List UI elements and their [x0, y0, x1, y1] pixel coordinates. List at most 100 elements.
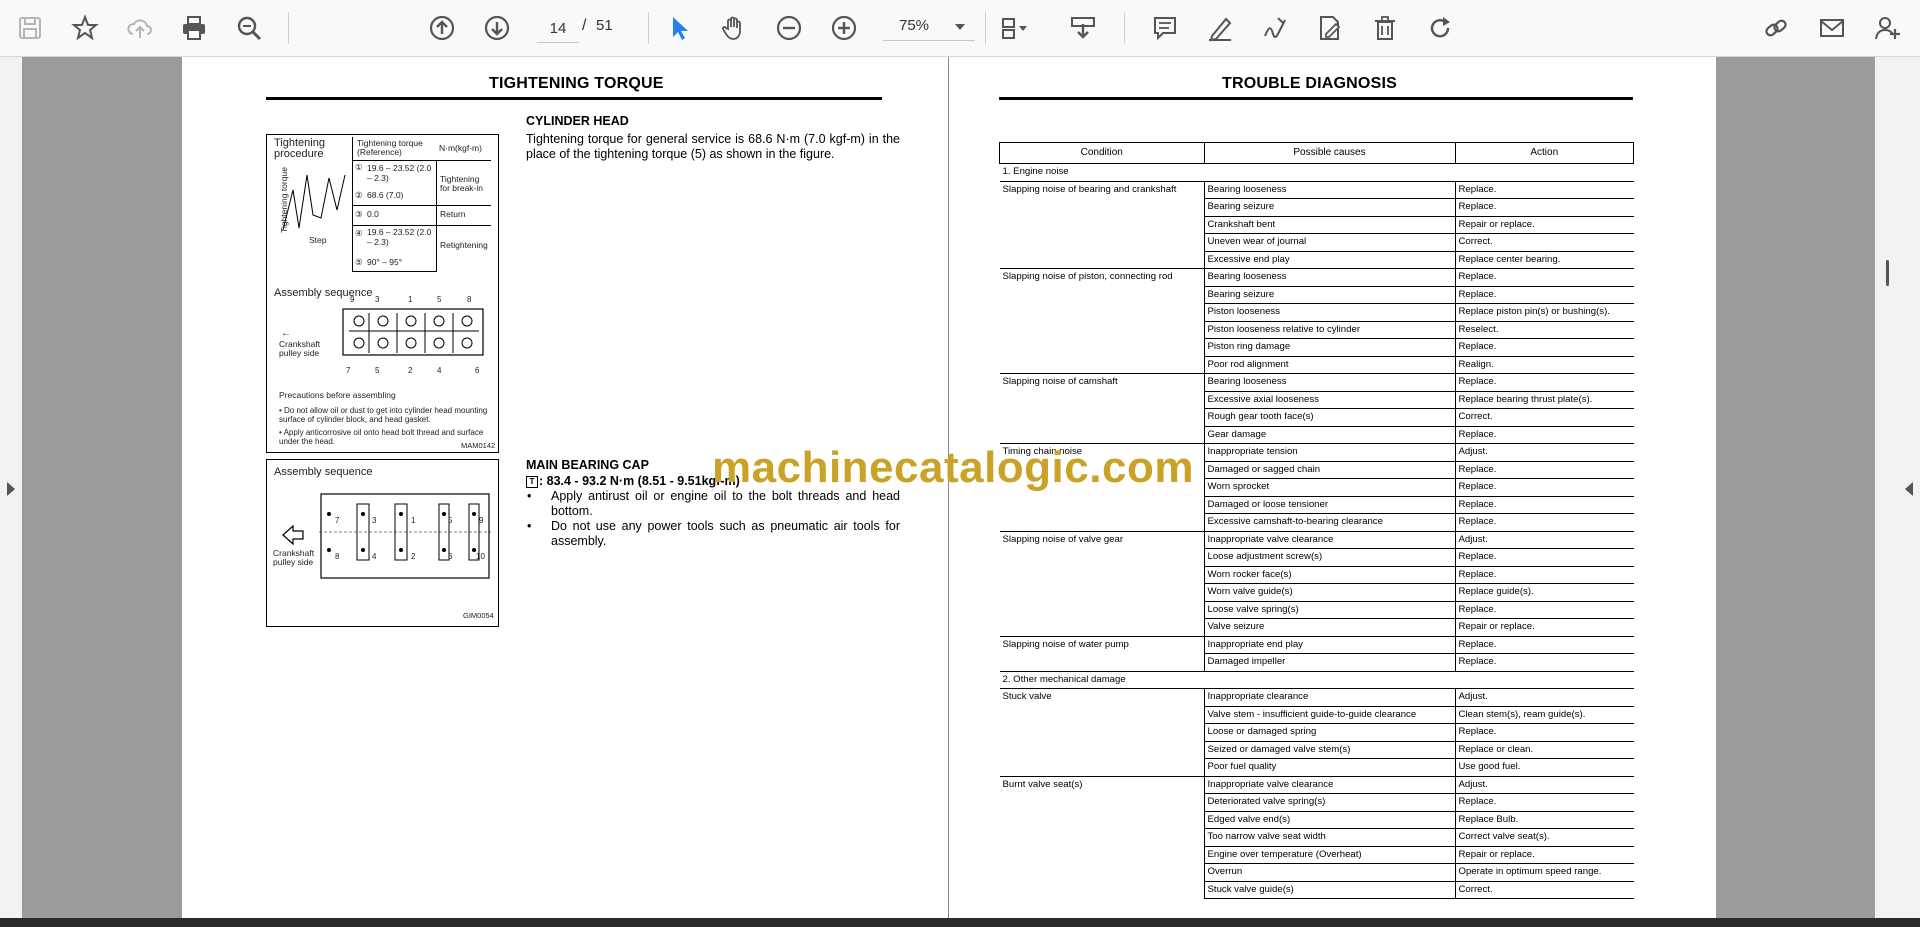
print-icon[interactable] [178, 12, 210, 44]
cause-cell: Inappropriate valve clearance [1204, 775, 1456, 794]
cylinder-head-figure: Tightening procedure Tightening torque (… [266, 134, 499, 453]
cause-cell: Worn rocker face(s) [1204, 566, 1456, 584]
sign-icon[interactable] [1259, 12, 1291, 44]
cause-cell: Damaged or loose tensioner [1204, 496, 1456, 514]
condition-cell [999, 618, 1205, 636]
cause-cell: Poor fuel quality [1204, 758, 1456, 777]
table-row: Slapping noise of water pump Inappropriat… [999, 635, 1634, 654]
expand-right-panel-icon[interactable] [1905, 482, 1913, 496]
action-cell: Replace Bulb. [1455, 811, 1634, 829]
row5-no: ⑤ [355, 257, 363, 267]
table-section-row: 1. Engine noise [999, 163, 1634, 182]
table-row: Valve stem - insufficient guide-to-guide… [999, 706, 1634, 724]
save-icon[interactable] [14, 12, 46, 44]
comment-icon[interactable] [1149, 12, 1181, 44]
condition-cell [999, 496, 1205, 514]
select-pointer-icon[interactable] [663, 12, 695, 44]
action-cell: Replace bearing thrust plate(s). [1455, 391, 1634, 409]
bottom-bar [0, 918, 1920, 927]
zoom-search-icon[interactable] [233, 12, 265, 44]
expand-left-panel-icon[interactable] [7, 482, 15, 496]
pulley-side-label: Crankshaft pulley side [279, 339, 321, 358]
page-down-icon[interactable] [481, 12, 513, 44]
table-row: Piston ring damage Replace. [999, 338, 1634, 357]
seq-bottom-3: 2 [408, 366, 413, 375]
action-cell: Replace. [1455, 338, 1634, 357]
action-cell: Replace. [1455, 635, 1634, 654]
seq-top-3: 1 [408, 295, 413, 304]
cause-cell: Piston ring damage [1204, 338, 1456, 357]
cause-cell: Loose adjustment screw(s) [1204, 548, 1456, 567]
scrollbar-thumb[interactable] [1886, 260, 1889, 286]
add-user-icon[interactable] [1872, 12, 1904, 44]
row2-no: ② [355, 190, 363, 200]
page-number-input[interactable] [537, 14, 579, 43]
cause-cell: Inappropriate tension [1204, 443, 1456, 462]
hand-tool-icon[interactable] [718, 12, 750, 44]
torque-graph [282, 174, 346, 231]
section-label: 1. Engine noise [999, 163, 1634, 182]
table-section-row: 2. Other mechanical damage [999, 670, 1634, 689]
table-header: Action [1454, 142, 1634, 164]
highlight-pen-icon[interactable] [1204, 12, 1236, 44]
title-rule [266, 97, 882, 100]
condition-cell [999, 233, 1205, 251]
bookmark-star-icon[interactable] [69, 12, 101, 44]
edit-fill-icon[interactable] [1314, 12, 1346, 44]
cause-cell: Loose or damaged spring [1204, 723, 1456, 742]
condition-cell: Slapping noise of water pump [999, 635, 1205, 654]
condition-cell [999, 408, 1205, 426]
cloud-upload-icon[interactable] [124, 12, 156, 44]
action-cell: Replace. [1455, 198, 1634, 217]
condition-cell [999, 758, 1205, 776]
action-cell: Replace piston pin(s) or bushing(s). [1455, 303, 1634, 322]
table-row: Loose or damaged spring Replace. [999, 723, 1634, 742]
delete-icon[interactable] [1369, 12, 1401, 44]
zoom-out-icon[interactable] [773, 12, 805, 44]
condition-cell: Stuck valve [999, 688, 1205, 706]
title-rule [999, 97, 1633, 100]
condition-cell [999, 251, 1205, 269]
page-up-icon[interactable] [426, 12, 458, 44]
bolt-number: 1 [411, 516, 416, 525]
action-cell: Correct. [1455, 881, 1634, 899]
bullet-dot: • [527, 489, 532, 503]
table-row: Worn valve guide(s) Replace guide(s). [999, 583, 1634, 602]
rotate-icon[interactable] [1424, 12, 1456, 44]
page-layout-icon[interactable] [998, 12, 1030, 44]
cylinder-head-drawing [342, 308, 484, 356]
section-text: Tightening torque for general service is… [526, 132, 900, 161]
table-row: Slapping noise of bearing and crankshaft… [999, 180, 1634, 199]
zoom-in-icon[interactable] [828, 12, 860, 44]
table-row: Excessive axial looseness Replace bearing… [999, 391, 1634, 409]
table-row: Deteriorated valve spring(s) Replace. [999, 793, 1634, 812]
download-icon[interactable] [1067, 12, 1099, 44]
action-cell: Replace. [1455, 496, 1634, 514]
cause-cell: Damaged or sagged chain [1204, 461, 1456, 479]
zoom-level-select[interactable]: 75% [883, 14, 975, 41]
action-cell: Adjust. [1455, 443, 1634, 462]
action-cell: Replace center bearing. [1455, 251, 1634, 269]
action-cell: Replace. [1455, 268, 1634, 287]
bolt-number: 8 [335, 552, 340, 561]
row3-no: ③ [355, 209, 363, 219]
cause-cell: Crankshaft bent [1204, 216, 1456, 234]
bolt-number: 10 [476, 552, 485, 561]
seq-bottom-4: 4 [437, 366, 442, 375]
table-row: Loose valve spring(s) Replace. [999, 601, 1634, 619]
email-icon[interactable] [1816, 12, 1848, 44]
row3-value: 0.0 [367, 209, 379, 219]
table-row: Rough gear tooth face(s) Correct. [999, 408, 1634, 427]
action-cell: Replace. [1455, 723, 1634, 742]
condition-cell [999, 723, 1205, 741]
table-row: Loose adjustment screw(s) Replace. [999, 548, 1634, 567]
cause-cell: Inappropriate end play [1204, 635, 1456, 654]
share-link-icon[interactable] [1760, 12, 1792, 44]
cause-cell: Piston looseness [1204, 303, 1456, 322]
action-cell: Adjust. [1455, 688, 1634, 707]
table-row: Excessive end play Replace center bearing… [999, 251, 1634, 269]
cause-cell: Excessive camshaft-to-bearing clearance [1204, 513, 1456, 532]
condition-cell: Slapping noise of valve gear [999, 530, 1205, 549]
seq-top-5: 8 [467, 295, 472, 304]
fig2-heading: Assembly sequence [274, 466, 373, 478]
